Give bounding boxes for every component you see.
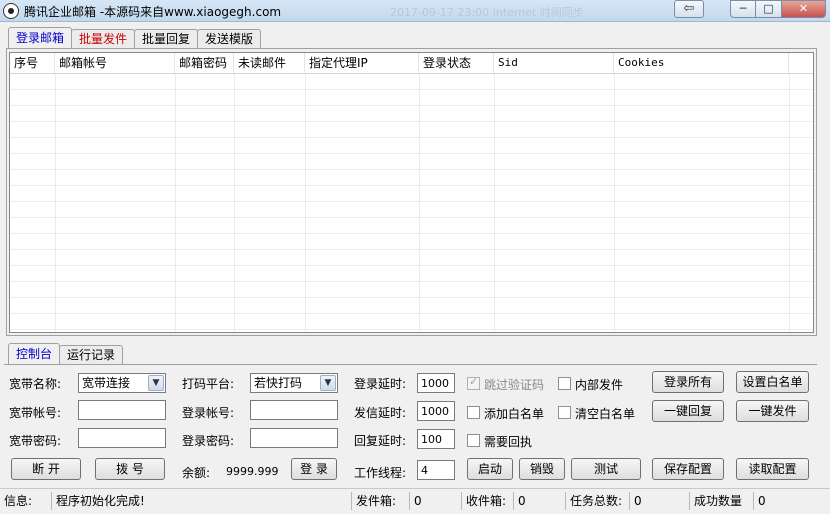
tab-batch-reply[interactable]: 批量回复: [134, 29, 199, 49]
col-login-status[interactable]: 登录状态: [419, 53, 494, 73]
close-button[interactable]: ✕: [782, 0, 826, 18]
col-email-password[interactable]: 邮箱密码: [175, 53, 234, 73]
broadband-account-label: 宽带帐号:: [9, 406, 62, 420]
clear-whitelist-checkbox[interactable]: [558, 406, 571, 419]
add-whitelist-checkbox[interactable]: [467, 406, 480, 419]
one-click-send-button[interactable]: 一键发件: [736, 400, 809, 422]
col-unread[interactable]: 未读邮件: [234, 53, 305, 73]
broadband-password-label: 宽带密码:: [9, 434, 62, 448]
col-sid[interactable]: Sid: [494, 53, 614, 73]
balance-value: 9999.999: [226, 465, 279, 478]
login-account-input[interactable]: [250, 400, 338, 420]
status-outbox-label: 发件箱:: [352, 492, 410, 510]
status-task-total-label: 任务总数:: [566, 492, 630, 510]
load-config-button[interactable]: 读取配置: [736, 458, 809, 480]
status-inbox-label: 收件箱:: [462, 492, 514, 510]
col-proxy-ip[interactable]: 指定代理IP: [305, 53, 419, 73]
login-delay-label: 登录延时:: [354, 377, 407, 391]
clear-whitelist-label: 清空白名单: [575, 407, 636, 421]
mailbox-table[interactable]: 序号 邮箱帐号 邮箱密码 未读邮件 指定代理IP 登录状态 Sid Cookie…: [9, 52, 814, 333]
reply-delay-input[interactable]: [417, 429, 455, 449]
broadband-name-value: 宽带连接: [82, 376, 131, 390]
col-index[interactable]: 序号: [10, 53, 55, 73]
one-click-reply-button[interactable]: 一键回复: [652, 400, 724, 422]
internal-send-checkbox[interactable]: [558, 377, 571, 390]
login-password-label: 登录密码:: [182, 434, 235, 448]
need-reply-label: 需要回执: [484, 435, 533, 449]
balance-label: 余额:: [182, 466, 211, 480]
platform-login-button[interactable]: 登 录: [291, 458, 337, 480]
chevron-down-icon[interactable]: ▼: [320, 375, 336, 391]
mailbox-panel: 序号 邮箱帐号 邮箱密码 未读邮件 指定代理IP 登录状态 Sid Cookie…: [6, 48, 817, 336]
captcha-platform-value: 若快打码: [254, 376, 303, 390]
skip-captcha-checkbox[interactable]: [467, 375, 480, 390]
broadband-name-select[interactable]: 宽带连接 ▼: [78, 373, 166, 393]
penguin-icon: [3, 3, 19, 19]
status-success-count-label: 成功数量: [690, 492, 754, 510]
internal-send-label: 内部发件: [575, 378, 624, 392]
need-reply-checkbox[interactable]: [467, 434, 480, 447]
bottom-tab-bar: 控制台 运行记录: [8, 343, 124, 365]
send-delay-label: 发信延时:: [354, 406, 407, 420]
add-whitelist-label: 添加白名单: [484, 407, 545, 421]
captcha-platform-label: 打码平台:: [182, 377, 235, 391]
tab-console[interactable]: 控制台: [8, 343, 61, 365]
login-password-input[interactable]: [250, 428, 338, 448]
status-task-total-value: 0: [630, 492, 690, 510]
window-title: 腾讯企业邮箱 -本源码来自www.xiaogegh.com: [24, 5, 282, 19]
tab-batch-send[interactable]: 批量发件: [71, 29, 136, 49]
status-info-label: 信息:: [0, 492, 52, 510]
login-delay-input[interactable]: [417, 373, 455, 393]
window-controls: ─ □ ✕: [730, 0, 826, 18]
tab-login-mailbox[interactable]: 登录邮箱: [8, 27, 73, 49]
status-success-count-value: 0: [758, 494, 766, 508]
save-config-button[interactable]: 保存配置: [652, 458, 724, 480]
disconnect-button[interactable]: 断 开: [11, 458, 81, 480]
table-gridlines: [10, 74, 813, 332]
col-email-account[interactable]: 邮箱帐号: [55, 53, 175, 73]
test-button[interactable]: 测试: [571, 458, 641, 480]
start-button[interactable]: 启动: [467, 458, 513, 480]
table-header: 序号 邮箱帐号 邮箱密码 未读邮件 指定代理IP 登录状态 Sid Cookie…: [10, 53, 813, 74]
captcha-platform-select[interactable]: 若快打码 ▼: [250, 373, 338, 393]
login-account-label: 登录帐号:: [182, 406, 235, 420]
threads-input[interactable]: [417, 460, 455, 480]
title-bar: 腾讯企业邮箱 -本源码来自www.xiaogegh.com 2017-09-17…: [0, 0, 830, 22]
threads-label: 工作线程:: [354, 466, 407, 480]
reply-delay-label: 回复延时:: [354, 434, 407, 448]
broadband-name-label: 宽带名称:: [9, 377, 62, 391]
minimize-button[interactable]: ─: [730, 0, 756, 18]
broadband-password-input[interactable]: [78, 428, 166, 448]
send-delay-input[interactable]: [417, 401, 455, 421]
tab-run-log[interactable]: 运行记录: [59, 345, 124, 365]
maximize-button[interactable]: □: [756, 0, 782, 18]
set-whitelist-button[interactable]: 设置白名单: [736, 371, 809, 393]
login-all-button[interactable]: 登录所有: [652, 371, 724, 393]
dial-button[interactable]: 拨 号: [95, 458, 165, 480]
status-outbox-value: 0: [410, 492, 462, 510]
top-tab-bar: 登录邮箱 批量发件 批量回复 发送模版: [8, 27, 262, 49]
skip-captcha-label: 跳过验证码: [484, 378, 545, 392]
broadband-account-input[interactable]: [78, 400, 166, 420]
status-inbox-value: 0: [514, 492, 566, 510]
tab-send-template[interactable]: 发送模版: [197, 29, 262, 49]
col-cookies[interactable]: Cookies: [614, 53, 789, 73]
status-bar: 信息: 程序初始化完成! 发件箱: 0 收件箱: 0 任务总数: 0 成功数量 …: [0, 488, 830, 514]
back-arrow-button[interactable]: ⇦: [674, 0, 704, 18]
chevron-down-icon[interactable]: ▼: [148, 375, 164, 391]
status-info-value: 程序初始化完成!: [52, 492, 352, 510]
destroy-button[interactable]: 销毁: [519, 458, 565, 480]
clock-overlay-text: 2017-09-17 23:00 Internet 时间同步: [390, 6, 584, 19]
